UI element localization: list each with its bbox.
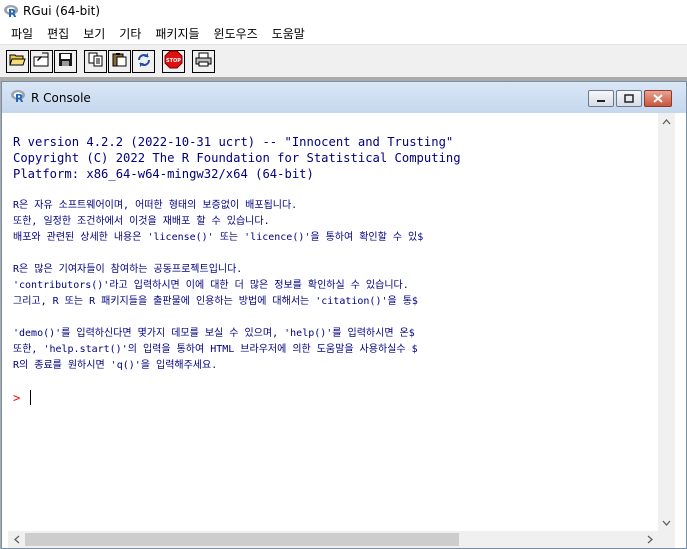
svg-text:R: R (15, 92, 24, 104)
scroll-right-arrow[interactable] (641, 531, 658, 548)
text-caret (30, 390, 31, 405)
horizontal-scroll-thumb[interactable] (25, 533, 459, 546)
open-script-icon (9, 52, 26, 70)
scroll-down-arrow[interactable] (658, 514, 675, 531)
load-workspace-icon (33, 52, 50, 70)
menu-bar: 파일 편집 보기 기타 패키지들 윈도우즈 도움말 (0, 22, 687, 44)
menu-packages[interactable]: 패키지들 (148, 25, 206, 42)
copy-paste-button[interactable] (132, 49, 155, 73)
maximize-icon (624, 92, 634, 106)
maximize-button[interactable] (616, 90, 642, 107)
horizontal-scrollbar[interactable] (8, 531, 658, 548)
r-logo-icon: R (10, 88, 26, 107)
minimize-button[interactable] (588, 90, 614, 107)
vertical-scrollbar[interactable] (658, 113, 675, 531)
close-icon (653, 92, 663, 106)
menu-view[interactable]: 보기 (76, 25, 112, 42)
console-line: 'contributors()'라고 입력하시면 이에 대한 더 많은 정보를 … (13, 280, 409, 291)
console-line: 배포와 관련된 상세한 내용은 'license()' 또는 'licence(… (13, 232, 424, 243)
scroll-up-arrow[interactable] (658, 113, 675, 130)
console-line: R version 4.2.2 (2022-10-31 ucrt) -- "In… (13, 135, 454, 149)
console-output[interactable]: R version 4.2.2 (2022-10-31 ucrt) -- "In… (8, 113, 658, 531)
minimize-icon (596, 92, 606, 106)
console-line: R의 종료를 원하시면 'q()'을 입력해주세요. (13, 360, 218, 371)
load-workspace-button[interactable] (30, 49, 53, 73)
menu-windows[interactable]: 윈도우즈 (207, 25, 265, 42)
save-button[interactable] (54, 49, 77, 73)
print-button[interactable] (192, 49, 215, 73)
console-line: Copyright (C) 2022 The R Foundation for … (13, 151, 461, 165)
console-prompt: > (13, 391, 21, 405)
scroll-left-arrow[interactable] (8, 531, 25, 548)
save-icon (58, 52, 73, 70)
r-console-window: R R Console R version 4.2.2 (2022-10-31 … (1, 81, 687, 549)
paste-icon (112, 52, 128, 70)
menu-file[interactable]: 파일 (4, 25, 40, 42)
close-button[interactable] (644, 90, 672, 107)
stop-button[interactable]: STOP (162, 49, 185, 73)
app-title: RGui (64-bit) (23, 4, 101, 18)
copy-button[interactable] (84, 49, 107, 73)
console-line: 또한, 'help.start()'의 입력을 통하여 HTML 브라우저에 의… (13, 344, 418, 355)
menu-edit[interactable]: 편집 (40, 25, 76, 42)
r-console-titlebar[interactable]: R R Console (2, 82, 686, 113)
scrollbar-corner (658, 531, 675, 548)
console-line: 또한, 일정한 조건하에서 이것을 재배포 할 수 있습니다. (13, 216, 270, 227)
console-line: 'demo()'를 입력하신다면 몇가지 데모를 보실 수 있으며, 'help… (13, 328, 415, 339)
menu-help[interactable]: 도움말 (265, 25, 312, 42)
toolbar: STOP (0, 44, 687, 77)
svg-text:R: R (8, 7, 17, 19)
menu-misc[interactable]: 기타 (112, 25, 148, 42)
console-line: 그리고, R 또는 R 패키지들을 출판물에 인용하는 방법에 대해서는 'ci… (13, 296, 418, 307)
console-line: R은 자유 소프트웨어이며, 어떠한 형태의 보증없이 배포됩니다. (13, 200, 298, 211)
stop-label: STOP (166, 58, 181, 64)
refresh-icon (136, 52, 152, 71)
console-line: Platform: x86_64-w64-mingw32/x64 (64-bit… (13, 167, 314, 181)
mdi-workspace: R R Console R version 4.2.2 (2022-10-31 … (0, 77, 687, 549)
console-line: R은 많은 기여자들이 참여하는 공동프로젝트입니다. (13, 264, 243, 275)
r-console-title: R Console (31, 90, 91, 105)
app-titlebar: R RGui (64-bit) (0, 0, 687, 22)
paste-button[interactable] (108, 49, 131, 73)
open-script-button[interactable] (6, 49, 29, 73)
r-logo-icon: R (3, 3, 19, 19)
print-icon (195, 52, 212, 70)
copy-icon (88, 52, 104, 70)
